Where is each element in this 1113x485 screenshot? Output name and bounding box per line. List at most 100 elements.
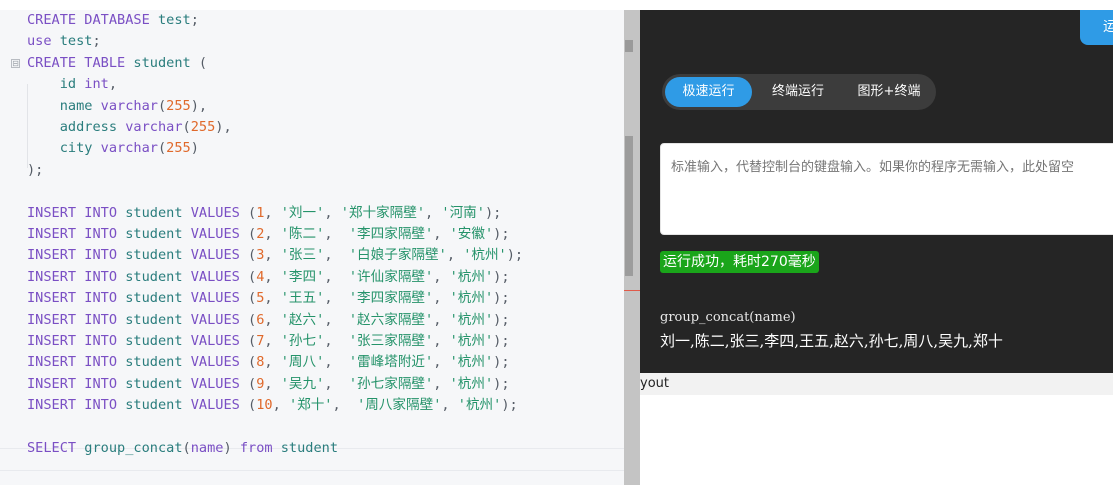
code-line: CREATE DATABASE test; (27, 10, 199, 31)
code-token: '雷峰塔附近' (348, 354, 434, 371)
code-line: INSERT INTO student VALUES (3, '张三', '白娘… (27, 245, 523, 266)
code-token: ( (248, 375, 257, 392)
code-token: , (264, 375, 281, 392)
code-token: 10 (256, 397, 273, 414)
code-token: 255 (166, 140, 191, 157)
code-token: student (125, 333, 191, 349)
code-token: , (264, 311, 281, 328)
output-value: 刘一,陈二,张三,李四,王五,赵六,孙七,周八,吴九,郑十 (660, 332, 1003, 350)
code-line: INSERT INTO student VALUES (8, '周八', '雷峰… (27, 352, 510, 373)
code-token: ( (157, 97, 167, 114)
code-token: '陈二' (280, 226, 325, 242)
code-token: '李四' (280, 268, 325, 285)
code-token: INSERT INTO (27, 268, 126, 285)
run-mode-tabs: 极速运行 终端运行 图形+终端 (662, 74, 936, 110)
code-token: , (433, 268, 450, 285)
code-token: ( (248, 247, 257, 264)
code-token: , (441, 397, 458, 414)
code-token: , (324, 247, 349, 264)
code-line: INSERT INTO student VALUES (4, '李四', '许仙… (27, 267, 510, 288)
code-token: student (125, 268, 191, 285)
code-token: '杭州' (449, 311, 494, 328)
code-token: '孙七' (280, 333, 325, 349)
code-token: ( (157, 140, 167, 157)
code-token: '刘一' (280, 204, 325, 221)
tab-terminal-run[interactable]: 终端运行 (754, 77, 842, 107)
code-token: '白娘子家隔壁' (348, 247, 447, 264)
code-token: test (59, 33, 93, 50)
code-token: '孙七家隔壁' (348, 375, 434, 392)
code-token: 255 (166, 97, 191, 114)
tab-fast-run[interactable]: 极速运行 (665, 77, 752, 107)
code-token: VALUES (190, 375, 248, 392)
code-line: city varchar(255) (27, 138, 199, 159)
code-token: ( (248, 204, 257, 221)
code-token: student (125, 204, 191, 221)
code-token: '安徽' (449, 226, 494, 242)
code-token: varchar (100, 97, 158, 114)
stdin-input[interactable] (660, 143, 1113, 235)
code-editor[interactable]: ⊟ CREATE DATABASE test; use test; CREATE T… (0, 10, 624, 485)
code-token: VALUES (190, 333, 248, 349)
code-line: INSERT INTO student VALUES (1, '刘一', '郑十… (27, 203, 501, 224)
code-token: '李四家隔壁' (348, 290, 434, 307)
code-token: '杭州' (449, 268, 494, 285)
code-line: address varchar(255), (27, 117, 232, 138)
code-token: , (324, 333, 349, 349)
code-token: INSERT INTO (27, 290, 126, 307)
code-token: ; (92, 33, 101, 50)
code-token: student (125, 226, 191, 242)
code-line: id int, (27, 74, 117, 95)
code-token: '杭州' (449, 290, 494, 307)
code-token: '郑十家隔壁' (340, 204, 426, 221)
code-token: '王五' (280, 290, 325, 307)
code-token: , (324, 354, 349, 371)
code-token: ); (493, 333, 510, 349)
code-token: student (125, 311, 191, 328)
code-token: student (125, 247, 191, 264)
code-token: ) (223, 440, 240, 456)
code-line: use test; (27, 31, 101, 52)
code-token: student (133, 54, 199, 71)
code-token: ( (198, 54, 208, 71)
code-token: '吴九' (280, 375, 325, 392)
code-token: name (27, 97, 101, 114)
code-token: , (324, 226, 349, 242)
code-token: student (125, 397, 191, 414)
code-token: ), (215, 119, 232, 135)
code-token: '许仙家隔壁' (348, 268, 434, 285)
code-token: VALUES (190, 290, 248, 307)
splitter-scrollbar[interactable] (624, 10, 640, 485)
code-token: , (433, 375, 450, 392)
tab-graphics-terminal[interactable]: 图形+终端 (844, 77, 934, 107)
code-token: ); (493, 375, 510, 392)
scrollbar-thumb[interactable] (625, 136, 633, 276)
code-token: '张三' (280, 247, 325, 264)
code-token: , (264, 268, 281, 285)
code-token: '李四家隔壁' (348, 226, 434, 242)
code-token: ); (493, 226, 510, 242)
fold-toggle-icon[interactable]: ⊟ (11, 59, 20, 68)
code-token: , (433, 226, 450, 242)
code-token: INSERT INTO (27, 226, 126, 242)
code-token: ( (248, 268, 257, 285)
code-token: , (264, 204, 281, 221)
code-token: ); (484, 204, 502, 221)
layout-label-strip: yout (640, 373, 1113, 395)
code-token: , (264, 290, 281, 307)
code-token: ); (493, 311, 510, 328)
code-token: CREATE DATABASE (27, 12, 158, 28)
code-token: ( (248, 226, 257, 242)
code-token: SELECT (27, 440, 85, 456)
code-token: , (108, 76, 118, 93)
code-token: , (264, 354, 281, 371)
code-token: 255 (190, 119, 216, 135)
code-token: ( (248, 333, 257, 349)
run-button[interactable]: 运 (1080, 10, 1113, 45)
code-token: , (433, 290, 450, 307)
code-token: , (433, 333, 450, 349)
code-line: SELECT group_concat(name) from student (27, 438, 338, 459)
code-token: varchar (125, 119, 183, 135)
code-token: CREATE TABLE (27, 54, 134, 71)
code-token: , (433, 354, 450, 371)
